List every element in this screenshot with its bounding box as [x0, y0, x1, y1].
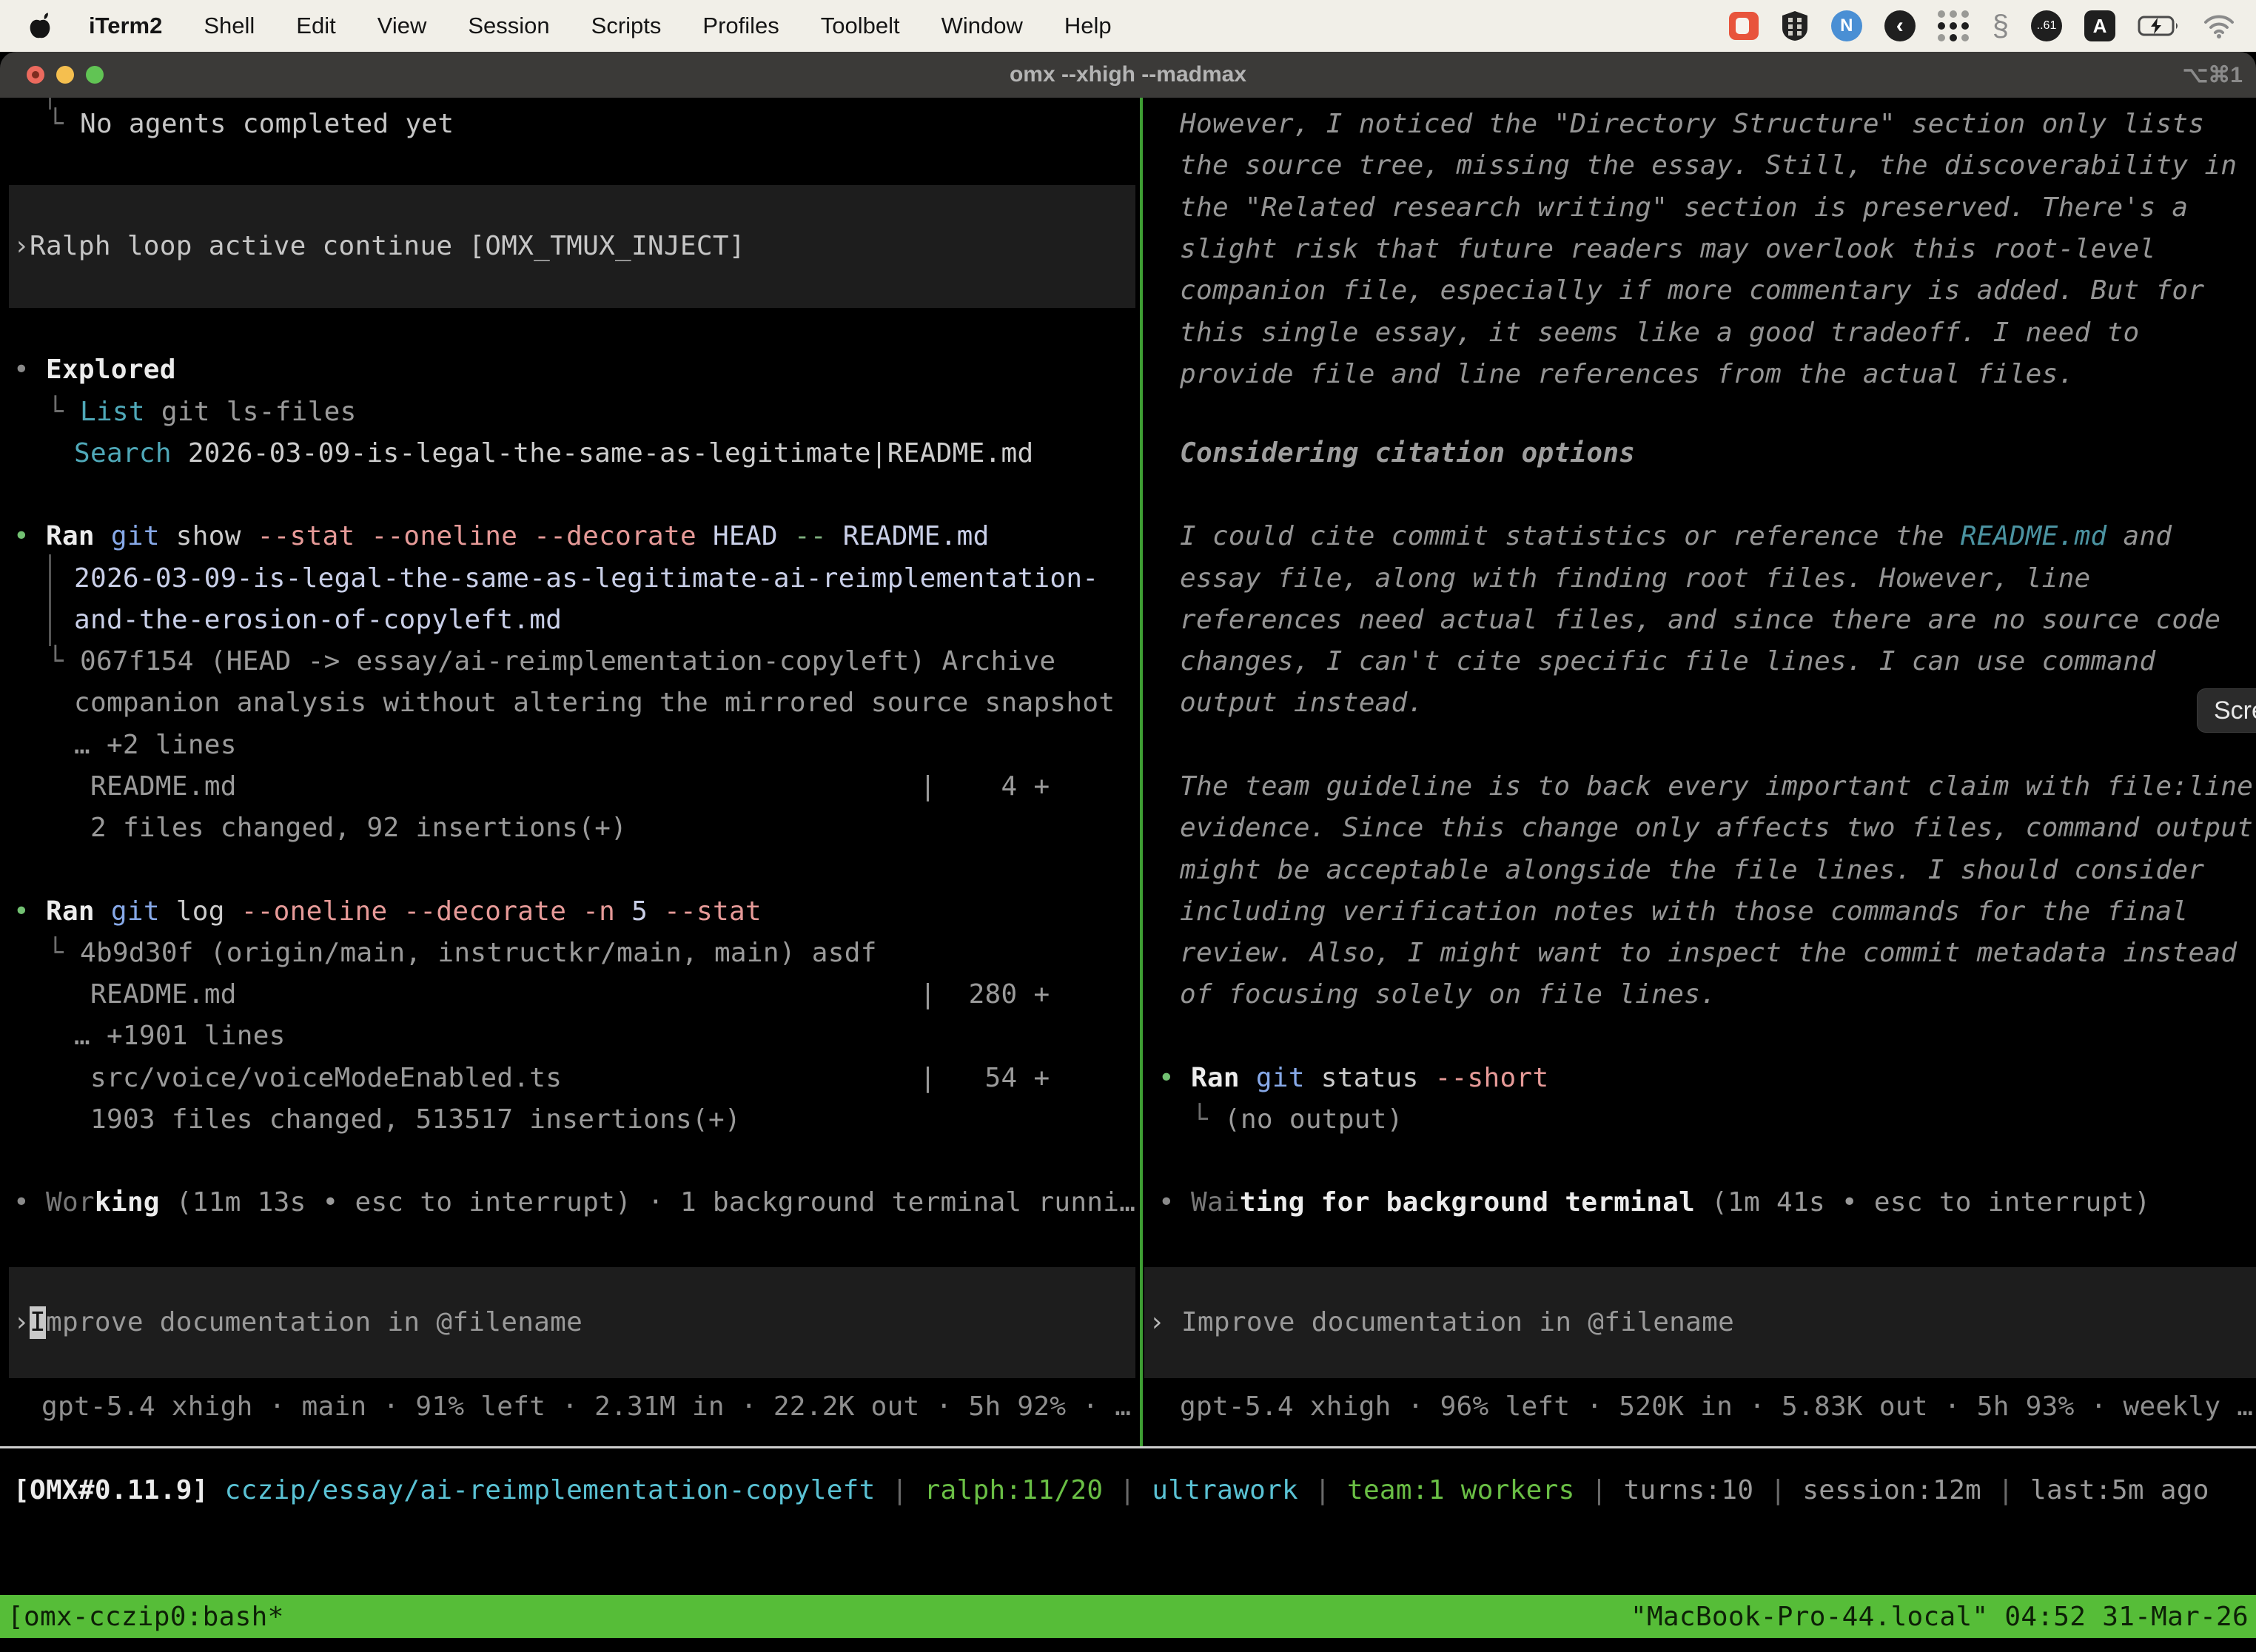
explored-list-line: └ List git ls-files [47, 396, 357, 429]
terminal-area: └ No agents completed yet › Ralph loop a… [0, 98, 2256, 1652]
iterm-window: omx --xhigh --madmax ⌥⌘1 └ No agents com… [0, 52, 2256, 1652]
commit-067f154-line-2: companion analysis without altering the … [74, 687, 1115, 719]
menu-items: iTerm2 Shell Edit View Session Scripts P… [73, 13, 1132, 39]
ralph-loop-banner: › Ralph loop active continue [OMX_TMUX_I… [9, 185, 1135, 308]
dots-grid-icon[interactable] [1938, 10, 1970, 42]
reasoning-para3-line5: review. Also, I might want to inspect th… [1180, 937, 2237, 970]
reasoning-para2-line1: I could cite commit statistics or refere… [1180, 520, 2172, 553]
right-pane[interactable]: However, I noticed the "Directory Struct… [1144, 98, 2256, 1652]
menu-item-help[interactable]: Help [1044, 13, 1132, 39]
reasoning-para1-line6: this single essay, it seems like a good … [1180, 317, 2139, 349]
omx-status-bar: [OMX#0.11.9] cczip/essay/ai-reimplementa… [13, 1474, 2209, 1507]
reasoning-para1-line5: companion file, especially if more comme… [1180, 275, 2204, 307]
ran-git-status-line: • Ran git status --short [1158, 1062, 1548, 1095]
essay-filename-line-2: and-the-erosion-of-copyleft.md [74, 604, 562, 637]
more-2-lines: … +2 lines [74, 729, 237, 762]
window-shortcut-hint: ⌥⌘1 [2183, 52, 2243, 98]
omx-last: last:5m ago [2030, 1475, 2209, 1505]
essay-filename-line-1: 2026-03-09-is-legal-the-same-as-legitima… [74, 563, 1098, 595]
reasoning-para1-line4: slight risk that future readers may over… [1180, 233, 2155, 266]
menu-item-profiles[interactable]: Profiles [682, 13, 799, 39]
summary-92-insertions: 2 files changed, 92 insertions(+) [90, 812, 627, 845]
menu-item-shell[interactable]: Shell [183, 13, 275, 39]
reasoning-para3-line6: of focusing solely on file lines. [1180, 978, 1716, 1011]
menu-item-scripts[interactable]: Scripts [571, 13, 682, 39]
shield-grid-icon[interactable] [1781, 10, 1809, 41]
reasoning-para1-line2: the source tree, missing the essay. Stil… [1180, 150, 2237, 182]
menu-item-edit[interactable]: Edit [275, 13, 356, 39]
right-model-statusline: gpt-5.4 xhigh · 96% left · 520K in · 5.8… [1180, 1391, 2253, 1423]
no-agents-line: └ No agents completed yet [47, 108, 454, 141]
commit-4b9d30f-line: └ 4b9d30f (origin/main, instructkr/main,… [47, 937, 877, 970]
reasoning-para1-line7: provide file and line references from th… [1180, 358, 2075, 391]
left-pane[interactable]: └ No agents completed yet › Ralph loop a… [0, 98, 1138, 1652]
wifi-icon[interactable] [2203, 13, 2235, 38]
menu-bar: iTerm2 Shell Edit View Session Scripts P… [0, 0, 2256, 52]
left-model-statusline: gpt-5.4 xhigh · main · 91% left · 2.31M … [41, 1391, 1131, 1423]
menu-item-iterm2[interactable]: iTerm2 [73, 13, 183, 39]
explored-header: • Explored [13, 354, 176, 386]
reasoning-para3-line2: evidence. Since this change only affects… [1180, 812, 2253, 845]
menu-item-session[interactable]: Session [447, 13, 570, 39]
ran-git-show-line: • Ran git show --stat --oneline --decora… [13, 520, 990, 553]
menu-item-toolbelt[interactable]: Toolbelt [800, 13, 921, 39]
stat-readme-280: README.md | 280 + [90, 978, 1050, 1011]
reasoning-para2-line2: essay file, along with finding root file… [1180, 563, 2091, 595]
omx-branch-path: cczip/essay/ai-reimplementation-copyleft [225, 1475, 876, 1505]
reasoning-para3-line1: The team guideline is to back every impo… [1180, 770, 2253, 803]
right-prompt-input[interactable]: › Improve documentation in @filename [1144, 1267, 2256, 1378]
squiggle-icon[interactable]: § [1993, 11, 2009, 41]
ran-git-log-line: • Ran git log --oneline --decorate -n 5 … [13, 896, 762, 928]
screen-share-tooltip[interactable]: Scre [2197, 688, 2256, 733]
omx-ralph-count: ralph:11/20 [924, 1475, 1104, 1505]
pane-divider[interactable] [1140, 98, 1143, 1446]
menu-item-window[interactable]: Window [921, 13, 1044, 39]
commit-067f154-line: └ 067f154 (HEAD -> essay/ai-reimplementa… [47, 645, 1055, 678]
working-status-line: • Working (11m 13s • esc to interrupt) ·… [13, 1186, 1135, 1219]
reasoning-para1-line3: the "Related research writing" section i… [1180, 192, 2188, 224]
menu-item-view[interactable]: View [357, 13, 448, 39]
omx-version: [OMX#0.11.9] [13, 1475, 209, 1505]
badge-61-icon[interactable]: ..61 [2031, 10, 2062, 41]
explored-search-line: Search 2026-03-09-is-legal-the-same-as-l… [74, 437, 1033, 470]
tmux-session-window[interactable]: [omx-cczip0:bash* [7, 1602, 284, 1632]
reasoning-para2-line5: output instead. [1180, 687, 1424, 719]
summary-513517-insertions: 1903 files changed, 513517 insertions(+) [90, 1104, 741, 1136]
omx-turns: turns:10 [1624, 1475, 1754, 1505]
tree-line-connector [49, 554, 51, 646]
reasoning-para3-line3: might be acceptable alongside the file l… [1180, 854, 2204, 887]
n-badge-icon[interactable]: N [1831, 10, 1862, 41]
menu-status-icons: N ‹ § ..61 A [1729, 10, 2256, 42]
chevron-circle-icon[interactable]: ‹ [1884, 10, 1916, 41]
more-1901-lines: … +1901 lines [74, 1020, 286, 1052]
text-cursor: I [30, 1306, 46, 1339]
screen: iTerm2 Shell Edit View Session Scripts P… [0, 0, 2256, 1652]
statusbar-divider [0, 1446, 2256, 1448]
waiting-status-line: • Waiting for background terminal (1m 41… [1158, 1186, 2150, 1219]
stat-voice-54: src/voice/voiceModeEnabled.ts | 54 + [90, 1062, 1050, 1095]
window-title: omx --xhigh --madmax [0, 52, 2256, 98]
tmux-status-bar: [omx-cczip0:bash* "MacBook-Pro-44.local" … [0, 1595, 2256, 1638]
a-badge-icon[interactable]: A [2084, 10, 2115, 41]
apple-menu-icon[interactable] [28, 13, 52, 39]
stat-readme-4: README.md | 4 + [90, 770, 1050, 803]
omx-team: team:1 workers [1347, 1475, 1575, 1505]
reasoning-para1-line1: However, I noticed the "Directory Struct… [1180, 108, 2204, 141]
reasoning-para2-line4: changes, I can't cite specific file line… [1180, 645, 2155, 678]
left-prompt-input[interactable]: › Improve documentation in @filename [9, 1267, 1135, 1378]
reasoning-heading: Considering citation options [1180, 437, 1635, 470]
omx-mode: ultrawork [1152, 1475, 1298, 1505]
tmux-host-clock: "MacBook-Pro-44.local" 04:52 31-Mar-26 [1631, 1602, 2249, 1632]
window-titlebar: omx --xhigh --madmax ⌥⌘1 [0, 52, 2256, 98]
readme-link[interactable]: README.md [1961, 521, 2107, 551]
omx-session: session:12m [1802, 1475, 1981, 1505]
reasoning-para2-line3: references need actual files, and since … [1180, 604, 2220, 637]
battery-icon[interactable] [2138, 15, 2181, 37]
no-output-line: └ (no output) [1192, 1104, 1403, 1136]
reasoning-para3-line4: including verification notes with those … [1180, 896, 2188, 928]
screen-record-icon[interactable] [1729, 12, 1759, 40]
